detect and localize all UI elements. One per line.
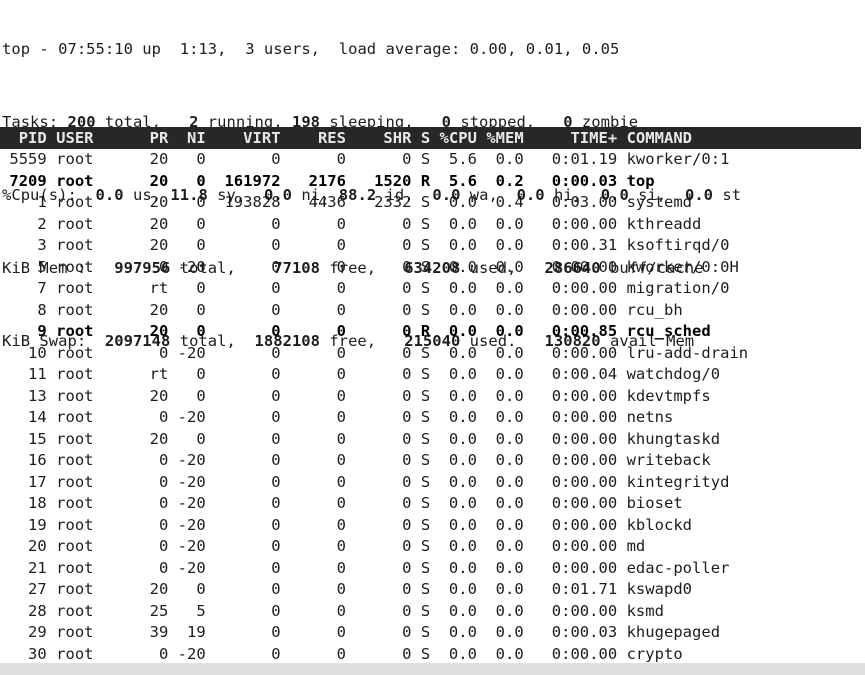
table-row[interactable]: 3 root 20 0 0 0 0 S 0.0 0.0 0:00.31 ksof… xyxy=(0,235,865,257)
up-label: up xyxy=(132,39,171,58)
table-row[interactable]: 17 root 0 -20 0 0 0 S 0.0 0.0 0:00.00 ki… xyxy=(0,472,865,494)
load-average-label: load average: xyxy=(320,39,470,58)
table-row[interactable]: 1 root 20 0 193828 4436 2332 S 0.0 0.4 0… xyxy=(0,192,865,214)
table-row[interactable]: 14 root 0 -20 0 0 0 S 0.0 0.0 0:00.00 ne… xyxy=(0,407,865,429)
process-table-header[interactable]: PID USER PR NI VIRT RES SHR S %CPU %MEM … xyxy=(0,127,861,149)
table-row[interactable]: 29 root 39 19 0 0 0 S 0.0 0.0 0:00.03 kh… xyxy=(0,622,865,644)
current-time: 07:55:10 xyxy=(58,39,133,58)
terminal-window: top - 07:55:10 up 1:13, 3 users, load av… xyxy=(0,0,865,675)
table-row[interactable]: 21 root 0 -20 0 0 0 S 0.0 0.0 0:00.00 ed… xyxy=(0,558,865,580)
table-row[interactable]: 18 root 0 -20 0 0 0 S 0.0 0.0 0:00.00 bi… xyxy=(0,493,865,515)
table-row[interactable]: 27 root 20 0 0 0 0 S 0.0 0.0 0:01.71 ksw… xyxy=(0,579,865,601)
table-row[interactable]: 8 root 20 0 0 0 0 S 0.0 0.0 0:00.00 rcu_… xyxy=(0,300,865,322)
uptime-value: 1:13, xyxy=(170,39,227,58)
table-row[interactable]: 13 root 20 0 0 0 0 S 0.0 0.0 0:00.00 kde… xyxy=(0,386,865,408)
table-row[interactable]: 30 root 0 -20 0 0 0 S 0.0 0.0 0:00.00 cr… xyxy=(0,644,865,666)
table-row[interactable]: 7 root rt 0 0 0 0 S 0.0 0.0 0:00.00 migr… xyxy=(0,278,865,300)
window-footer-bar xyxy=(0,663,865,675)
table-row[interactable]: 11 root rt 0 0 0 0 S 0.0 0.0 0:00.04 wat… xyxy=(0,364,865,386)
table-row[interactable]: 5559 root 20 0 0 0 0 S 5.6 0.0 0:01.19 k… xyxy=(0,149,865,171)
table-row[interactable]: 19 root 0 -20 0 0 0 S 0.0 0.0 0:00.00 kb… xyxy=(0,515,865,537)
table-row[interactable]: 15 root 20 0 0 0 0 S 0.0 0.0 0:00.00 khu… xyxy=(0,429,865,451)
table-row[interactable]: 28 root 25 5 0 0 0 S 0.0 0.0 0:00.00 ksm… xyxy=(0,601,865,623)
table-row[interactable]: 5 root 0 -20 0 0 0 S 0.0 0.0 0:00.00 kwo… xyxy=(0,257,865,279)
uptime-prefix: top - xyxy=(2,39,59,58)
table-row[interactable]: 7209 root 20 0 161972 2176 1520 R 5.6 0.… xyxy=(0,171,865,193)
users-count: 3 users, xyxy=(226,39,321,58)
table-row[interactable]: 20 root 0 -20 0 0 0 S 0.0 0.0 0:00.00 md xyxy=(0,536,865,558)
table-row[interactable]: 16 root 0 -20 0 0 0 S 0.0 0.0 0:00.00 wr… xyxy=(0,450,865,472)
load-average-values: 0.00, 0.01, 0.05 xyxy=(469,39,620,58)
table-row[interactable]: 10 root 0 -20 0 0 0 S 0.0 0.0 0:00.00 lr… xyxy=(0,343,865,365)
table-row[interactable]: 9 root 20 0 0 0 0 R 0.0 0.0 0:00.85 rcu_… xyxy=(0,321,865,343)
process-table-body: 5559 root 20 0 0 0 0 S 5.6 0.0 0:01.19 k… xyxy=(0,149,865,665)
table-row[interactable]: 2 root 20 0 0 0 0 S 0.0 0.0 0:00.00 kthr… xyxy=(0,214,865,236)
uptime-line: top - 07:55:10 up 1:13, 3 users, load av… xyxy=(2,40,865,58)
